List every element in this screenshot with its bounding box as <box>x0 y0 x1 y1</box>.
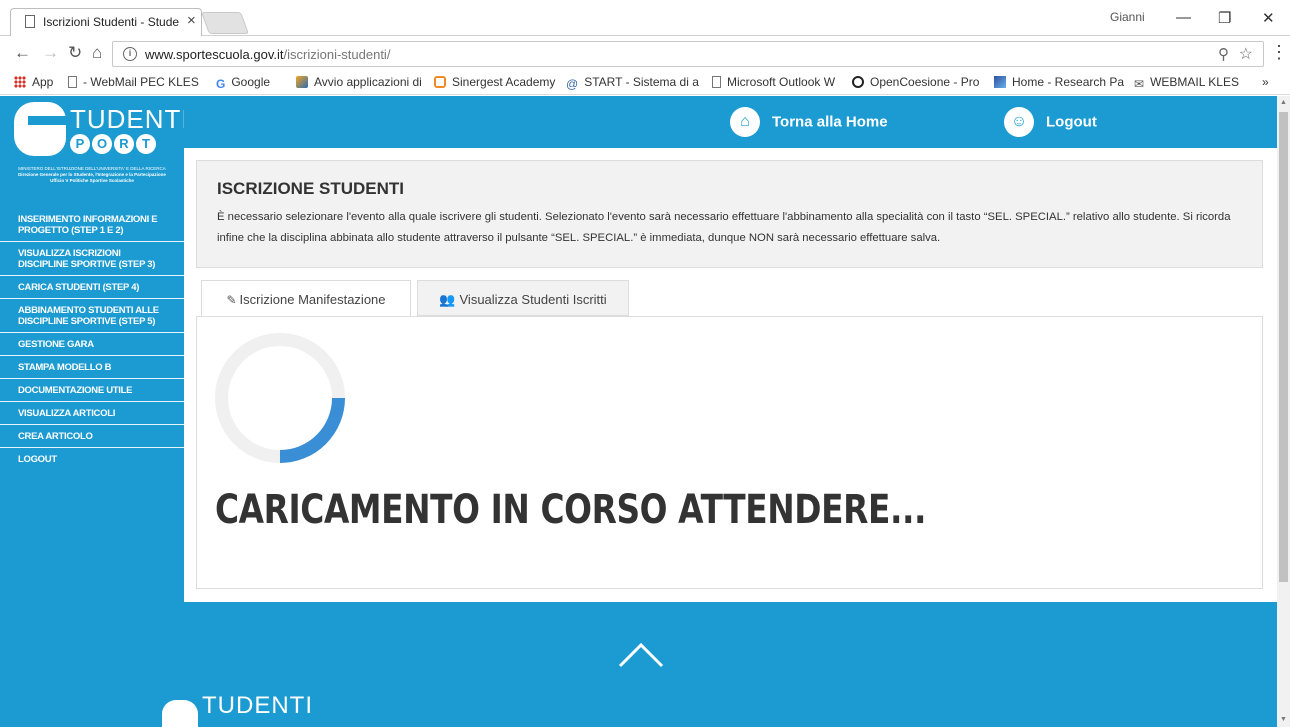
studenti-sport-logo[interactable]: TUDENTI PORT <box>0 96 189 162</box>
page-description: È necessario selezionare l'evento alla q… <box>217 211 1231 244</box>
bookmarks-overflow-icon[interactable]: » <box>1262 75 1269 89</box>
browser-toolbar: ← → ↻ ⌂ i www.sportescuola.gov.it/iscriz… <box>0 37 1290 71</box>
browser-tabstrip: Iscrizioni Studenti - Stude × Gianni — ❐… <box>0 0 1290 36</box>
close-tab-icon[interactable]: × <box>187 12 196 29</box>
minimize-icon[interactable]: — <box>1176 9 1191 26</box>
pencil-icon: ✎ <box>226 293 237 307</box>
logout-link[interactable]: ☺ Logout <box>1004 107 1097 137</box>
info-box: ISCRIZIONE STUDENTI È necessario selezio… <box>196 160 1263 268</box>
ministry-caption: MINISTERO DELL'ISTRUZIONE DELL'UNIVERSIT… <box>18 166 166 183</box>
sidebar-item-crea-articolo[interactable]: CREA ARTICOLO <box>0 425 184 448</box>
bookmark-opencoesione[interactable]: OpenCoesione - Pro <box>852 75 979 89</box>
loading-message: CARICAMENTO IN CORSO ATTENDERE... <box>215 487 927 533</box>
home-icon: ⌂ <box>730 107 760 137</box>
research-icon <box>994 76 1006 88</box>
web-page: TUDENTI PORT MINISTERO DELL'ISTRUZIONE D… <box>0 96 1277 727</box>
sinergest-icon <box>434 76 446 88</box>
footer-logo-text: TUDENTI <box>202 692 313 719</box>
tab-visualizza-studenti-iscritti[interactable]: 👥 Visualizza Studenti Iscritti <box>417 280 629 316</box>
home-link[interactable]: ⌂ Torna alla Home <box>730 107 888 137</box>
footer: TUDENTI <box>0 602 1277 727</box>
sidebar-item-documentazione-utile[interactable]: DOCUMENTAZIONE UTILE <box>0 379 184 402</box>
apps-grid-icon <box>14 76 26 88</box>
users-icon: 👥 <box>439 292 456 307</box>
bookmark-start[interactable]: @ START - Sistema di a <box>566 75 699 91</box>
sidebar-item-inserimento-informazioni[interactable]: INSERIMENTO INFORMAZIONI E PROGETTO (STE… <box>0 208 184 242</box>
sidebar-item-gestione-gara[interactable]: GESTIONE GARA <box>0 333 184 356</box>
bookmark-avvio[interactable]: Avvio applicazioni di <box>296 75 422 89</box>
footer-logo-s-mark <box>162 700 198 727</box>
new-tab-button[interactable] <box>200 12 250 34</box>
logo-s-mark <box>14 102 66 156</box>
address-bar[interactable]: i www.sportescuola.gov.it/iscrizioni-stu… <box>112 41 1264 67</box>
sidebar-item-visualizza-articoli[interactable]: VISUALIZZA ARTICOLI <box>0 402 184 425</box>
page-icon <box>25 15 35 28</box>
reload-icon[interactable]: ↻ <box>68 43 82 63</box>
top-bar: ⌂ Torna alla Home ☺ Logout <box>184 96 1277 148</box>
info-icon[interactable]: i <box>123 47 137 61</box>
page-title: ISCRIZIONE STUDENTI <box>217 179 405 198</box>
forward-icon[interactable]: → <box>42 43 59 63</box>
bookmark-apps[interactable]: App <box>14 75 53 89</box>
scroll-up-arrow-icon[interactable]: ▲ <box>1280 99 1287 106</box>
sidebar-menu: INSERIMENTO INFORMAZIONI E PROGETTO (STE… <box>0 208 184 470</box>
sidebar-item-abbinamento-studenti[interactable]: ABBINAMENTO STUDENTI ALLE DISCIPLINE SPO… <box>0 299 184 333</box>
logo-tudenti-text: TUDENTI <box>70 104 190 134</box>
back-icon[interactable]: ← <box>14 43 31 63</box>
start-icon: @ <box>566 77 579 91</box>
bookmark-star-icon[interactable]: ☆ <box>1239 44 1253 64</box>
app-icon <box>296 76 308 88</box>
home-icon[interactable]: ⌂ <box>92 43 102 63</box>
footer-logo: TUDENTI <box>162 692 312 727</box>
bookmark-sinergest[interactable]: Sinergest Academy <box>434 75 555 89</box>
sidebar-item-carica-studenti[interactable]: CARICA STUDENTI (STEP 4) <box>0 276 184 299</box>
webmail-icon: ✉ <box>1134 77 1145 91</box>
google-icon: G <box>216 77 226 91</box>
browser-tab[interactable]: Iscrizioni Studenti - Stude × <box>10 8 202 36</box>
page-scrollbar[interactable]: ▲ ▼ <box>1277 96 1290 727</box>
bookmark-research[interactable]: Home - Research Pa <box>994 75 1124 89</box>
scroll-top-chevron-icon[interactable] <box>616 640 666 670</box>
sidebar-item-logout[interactable]: LOGOUT <box>0 448 184 470</box>
close-window-icon[interactable]: ✕ <box>1262 9 1275 27</box>
restore-icon[interactable]: ❐ <box>1218 9 1231 27</box>
tab-iscrizione-manifestazione[interactable]: ✎ Iscrizione Manifestazione <box>201 280 411 317</box>
profile-name[interactable]: Gianni <box>1110 10 1145 24</box>
bookmark-webmail-kles[interactable]: ✉ WEBMAIL KLES <box>1134 75 1239 91</box>
scrollbar-thumb[interactable] <box>1279 112 1288 582</box>
content-tabs: ✎ Iscrizione Manifestazione 👥 Visualizza S… <box>196 280 1263 317</box>
sidebar-item-visualizza-iscrizioni[interactable]: VISUALIZZA ISCRIZIONI DISCIPLINE SPORTIV… <box>0 242 184 276</box>
sidebar: TUDENTI PORT MINISTERO DELL'ISTRUZIONE D… <box>0 96 189 602</box>
page-icon <box>712 76 721 88</box>
logo-port-letters: PORT <box>70 134 160 156</box>
loading-spinner-icon <box>279 397 345 463</box>
user-icon: ☺ <box>1004 107 1034 137</box>
scroll-down-arrow-icon[interactable]: ▼ <box>1280 716 1287 723</box>
bookmark-google[interactable]: G Google <box>216 75 270 91</box>
bookmark-webmail-pec[interactable]: - WebMail PEC KLES <box>68 75 199 89</box>
zoom-icon[interactable]: ⚲ <box>1218 45 1229 63</box>
tab-panel: CARICAMENTO IN CORSO ATTENDERE... <box>196 316 1263 589</box>
browser-menu-icon[interactable]: ⋮ <box>1270 42 1288 63</box>
bookmark-outlook[interactable]: Microsoft Outlook W <box>712 75 835 89</box>
page-icon <box>68 76 77 88</box>
opencoesione-icon <box>852 76 864 88</box>
url-text[interactable]: www.sportescuola.gov.it/iscrizioni-stude… <box>145 47 390 62</box>
bookmarks-bar: App - WebMail PEC KLES G Google Avvio app… <box>0 71 1290 95</box>
sidebar-item-stampa-modello-b[interactable]: STAMPA MODELLO B <box>0 356 184 379</box>
tab-title: Iscrizioni Studenti - Stude <box>43 15 179 29</box>
